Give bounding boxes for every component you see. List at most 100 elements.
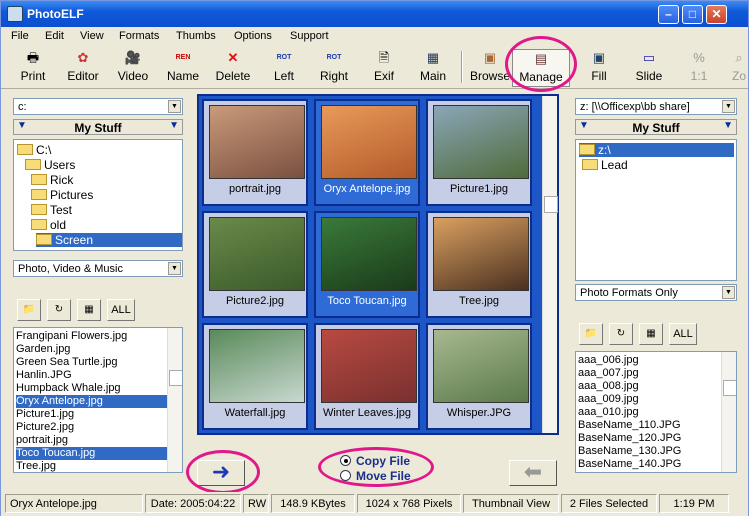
browse-button[interactable]: ▣ Browse	[470, 49, 510, 87]
menu-formats[interactable]: Formats	[119, 30, 159, 42]
tree-node[interactable]: Pictures	[31, 188, 93, 202]
copy-right-arrow-button[interactable]: ➜	[197, 460, 245, 486]
left-file-list[interactable]: Frangipani Flowers.jpg Garden.jpg Green …	[13, 327, 183, 473]
thumbnail-cell[interactable]: Picture1.jpg	[426, 99, 532, 206]
list-item[interactable]: aaa_010.jpg	[578, 406, 639, 419]
tree-node-selected[interactable]: Screen	[36, 233, 182, 247]
select-all-button[interactable]: ALL	[107, 299, 135, 321]
view-grid-icon[interactable]: ▦	[77, 299, 101, 321]
list-item[interactable]: aaa_006.jpg	[578, 354, 639, 367]
print-button[interactable]: 🖶 Print	[15, 49, 51, 87]
thumbnail-image	[321, 217, 417, 291]
list-item-selected[interactable]: Toco Toucan.jpg	[16, 447, 167, 460]
exif-button[interactable]: 🗎 Exif	[370, 49, 398, 87]
scrollbar-thumb[interactable]	[169, 370, 182, 386]
maximize-icon[interactable]: □	[682, 5, 703, 24]
one-to-one-button[interactable]: % 1:1	[685, 49, 713, 87]
copy-left-arrow-button[interactable]: ⬅	[509, 460, 557, 486]
folder-up-icon[interactable]: 📁	[579, 323, 603, 345]
zoom-button[interactable]: ⌕ Zo	[730, 49, 748, 87]
folder-up-icon[interactable]: 📁	[17, 299, 41, 321]
rename-button[interactable]: REN Name	[165, 49, 201, 87]
list-item[interactable]: Frangipani Flowers.jpg	[16, 330, 127, 343]
left-list-scrollbar[interactable]	[167, 328, 182, 472]
list-item[interactable]: Hanlin.JPG	[16, 369, 72, 382]
editor-button[interactable]: ✿ Editor	[64, 49, 102, 87]
thumbnail-cell[interactable]: Whisper.JPG	[426, 323, 532, 430]
scrollbar-thumb[interactable]	[544, 196, 558, 213]
list-item[interactable]: Tree.jpg	[16, 460, 56, 472]
video-label: Video	[117, 69, 149, 83]
scrollbar-thumb[interactable]	[723, 380, 736, 396]
list-item[interactable]: aaa_009.jpg	[578, 393, 639, 406]
tree-node[interactable]: Test	[31, 203, 72, 217]
thumbnail-cell[interactable]: Toco Toucan.jpg	[314, 211, 420, 318]
chevron-down-icon[interactable]: ▼	[723, 120, 733, 131]
list-item[interactable]: Green Sea Turtle.jpg	[16, 356, 118, 369]
close-icon[interactable]: ✕	[706, 5, 727, 24]
list-item[interactable]: Picture2.jpg	[16, 421, 74, 434]
folder-icon	[582, 159, 598, 170]
list-item[interactable]: aaa_007.jpg	[578, 367, 639, 380]
thumbnail-cell[interactable]: Tree.jpg	[426, 211, 532, 318]
right-folder-tree[interactable]: z:\ Lead	[575, 139, 737, 281]
rotate-left-button[interactable]: ROT Left	[269, 49, 299, 87]
rotate-right-button[interactable]: ROT Right	[318, 49, 350, 87]
thumbnail-cell[interactable]: Waterfall.jpg	[202, 323, 308, 430]
view-grid-icon[interactable]: ▦	[639, 323, 663, 345]
right-list-scrollbar[interactable]	[721, 352, 736, 472]
thumbnail-cell[interactable]: portrait.jpg	[202, 99, 308, 206]
thumbnail-cell[interactable]: Oryx Antelope.jpg	[314, 99, 420, 206]
main-button[interactable]: ▦ Main	[417, 49, 449, 87]
thumbnail-cell[interactable]: Picture2.jpg	[202, 211, 308, 318]
slide-button[interactable]: ▭ Slide	[633, 49, 665, 87]
video-button[interactable]: 🎥 Video	[115, 49, 151, 87]
list-item[interactable]: portrait.jpg	[16, 434, 68, 447]
left-drive-select[interactable]: c: ▼	[13, 98, 183, 115]
chevron-down-icon[interactable]: ▼	[169, 120, 179, 131]
menu-support[interactable]: Support	[290, 30, 329, 42]
grid-scrollbar[interactable]	[542, 96, 558, 433]
list-item[interactable]: Picture1.jpg	[16, 408, 74, 421]
list-item[interactable]: aaa_008.jpg	[578, 380, 639, 393]
right-favorites-bar[interactable]: ▼ My Stuff ▼	[575, 119, 737, 135]
refresh-icon[interactable]: ↻	[609, 323, 633, 345]
menu-thumbs[interactable]: Thumbs	[176, 30, 216, 42]
right-filter-select[interactable]: Photo Formats Only ▼	[575, 284, 737, 301]
move-file-radio[interactable]: Move File	[340, 469, 411, 483]
list-item[interactable]: Garden.jpg	[16, 343, 70, 356]
refresh-icon[interactable]: ↻	[47, 299, 71, 321]
tree-node-selected[interactable]: z:\	[579, 143, 734, 157]
tree-node[interactable]: old	[31, 218, 66, 232]
tree-node[interactable]: Users	[25, 158, 75, 172]
select-all-button[interactable]: ALL	[669, 323, 697, 345]
thumbnail-grid[interactable]: portrait.jpg Oryx Antelope.jpg Picture1.…	[197, 94, 559, 435]
list-item[interactable]: BaseName_140.JPG	[578, 458, 681, 471]
left-filter-select[interactable]: Photo, Video & Music ▼	[13, 260, 183, 277]
menu-view[interactable]: View	[80, 30, 104, 42]
manage-button[interactable]: ▤ Manage	[512, 49, 570, 87]
tree-node[interactable]: Rick	[31, 173, 73, 187]
tree-node[interactable]: Lead	[582, 158, 628, 172]
list-item[interactable]: BaseName_130.JPG	[578, 445, 681, 458]
right-file-list[interactable]: aaa_006.jpg aaa_007.jpg aaa_008.jpg aaa_…	[575, 351, 737, 473]
menu-options[interactable]: Options	[234, 30, 272, 42]
list-item[interactable]: BaseName_120.JPG	[578, 432, 681, 445]
delete-button[interactable]: ✕ Delete	[213, 49, 253, 87]
minimize-icon[interactable]: –	[658, 5, 679, 24]
fill-button[interactable]: ▣ Fill	[585, 49, 613, 87]
left-folder-tree[interactable]: C:\ Users Rick Pictures Test old Screen	[13, 139, 183, 251]
delete-label: Delete	[215, 69, 251, 83]
thumbnail-image	[209, 217, 305, 291]
list-item-selected[interactable]: Oryx Antelope.jpg	[16, 395, 167, 408]
menu-edit[interactable]: Edit	[45, 30, 64, 42]
tree-node[interactable]: C:\	[17, 143, 51, 157]
menu-file[interactable]: File	[11, 30, 29, 42]
right-drive-select[interactable]: z: [\\Officexp\bb share] ▼	[575, 98, 737, 115]
copy-file-radio[interactable]: Copy File	[340, 454, 410, 468]
list-item[interactable]: BaseName_110.JPG	[578, 419, 681, 432]
thumbnail-cell[interactable]: Winter Leaves.jpg	[314, 323, 420, 430]
left-favorites-bar[interactable]: ▼ My Stuff ▼	[13, 119, 183, 135]
list-item[interactable]: Humpback Whale.jpg	[16, 382, 121, 395]
chevron-down-icon: ▼	[168, 262, 181, 275]
